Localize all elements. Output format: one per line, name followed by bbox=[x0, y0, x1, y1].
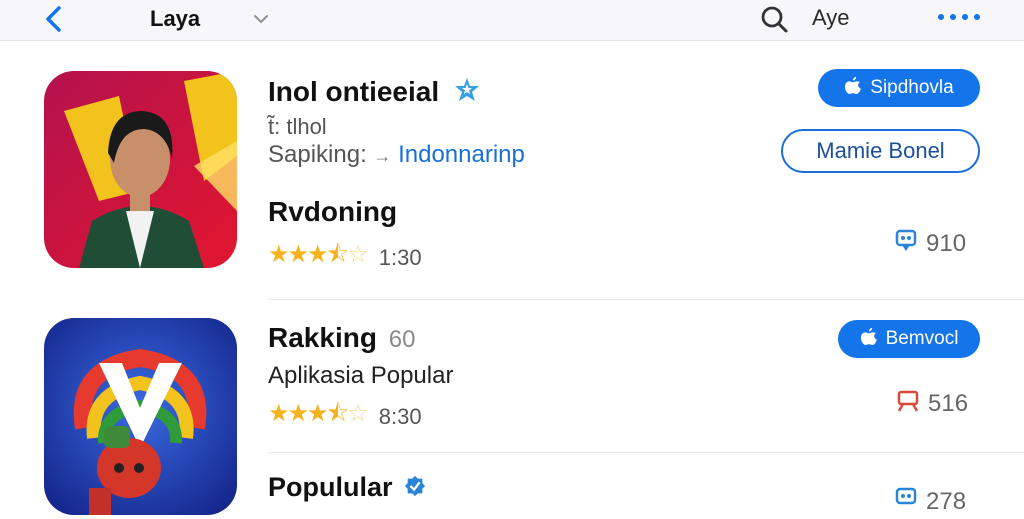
verified-badge-icon bbox=[453, 76, 481, 111]
app-name-suffix: 60 bbox=[388, 326, 416, 353]
search-icon[interactable] bbox=[758, 3, 790, 35]
download-count-icon bbox=[892, 226, 920, 261]
app-name-text: Rakking bbox=[268, 322, 377, 353]
primary-button-label: Bemvocl bbox=[885, 328, 959, 349]
category-arrow-icon: → bbox=[373, 146, 392, 166]
secondary-button[interactable]: Mamie Bonel bbox=[781, 129, 980, 173]
download-count: 910 bbox=[892, 226, 966, 261]
app-name[interactable]: Inol ontieeial bbox=[268, 76, 481, 111]
download-count: 278 bbox=[892, 484, 966, 519]
header-right-label[interactable]: Aye bbox=[812, 5, 850, 31]
apple-icon bbox=[860, 326, 878, 352]
download-count-value: 516 bbox=[928, 389, 969, 417]
app-icon-portrait[interactable] bbox=[44, 71, 237, 268]
app-name[interactable]: Rakking 60 bbox=[268, 322, 415, 354]
dropdown-chevron-icon[interactable] bbox=[250, 8, 272, 30]
app-subtitle: t̃: tlhol bbox=[268, 114, 327, 139]
app-icon-robot[interactable] bbox=[44, 318, 237, 515]
primary-button-label: Sipdhovla bbox=[870, 77, 954, 98]
primary-download-button[interactable]: Bemvocl bbox=[838, 320, 980, 358]
apple-icon bbox=[844, 75, 862, 101]
primary-download-button[interactable]: Sipdhovla bbox=[818, 69, 980, 107]
download-count-value: 910 bbox=[926, 229, 967, 257]
app-list-item[interactable]: Rakking 60 Aplikasia Popular ★★★⯪☆ 8:30 … bbox=[0, 300, 1024, 515]
app-list-item[interactable]: Inol ontieeial t̃: tlhol Sapiking: → Ind… bbox=[0, 40, 1024, 298]
category-link[interactable]: Indonnarinp bbox=[398, 141, 525, 168]
more-dots-icon[interactable] bbox=[938, 14, 980, 20]
app-name-text: Inol ontieeial bbox=[268, 76, 440, 107]
app-name-text: Populular bbox=[268, 472, 393, 502]
rating-text: 8:30 bbox=[378, 403, 422, 429]
page-title: Laya bbox=[150, 6, 201, 31]
rating: ★★★⯪☆ 8:30 bbox=[268, 396, 422, 437]
back-chevron-icon[interactable] bbox=[38, 2, 72, 36]
app-subtitle: Aplikasia Popular bbox=[268, 362, 454, 389]
rating: ★★★⯪☆ 1:30 bbox=[268, 237, 422, 278]
verified-badge-icon bbox=[404, 473, 426, 504]
star-rating-icon: ★★★⯪☆ bbox=[268, 400, 369, 427]
download-count-icon bbox=[894, 386, 922, 421]
rating-text: 1:30 bbox=[378, 244, 422, 270]
section-label: Rvdoning bbox=[268, 196, 398, 227]
app-name[interactable]: Populular bbox=[268, 472, 426, 504]
divider bbox=[268, 452, 1024, 453]
category-prefix: Sapiking: bbox=[268, 141, 374, 168]
download-count-icon bbox=[892, 484, 920, 519]
star-rating-icon: ★★★⯪☆ bbox=[268, 241, 369, 268]
app-category: Sapiking: → Indonnarinp bbox=[268, 141, 525, 169]
download-count-value: 278 bbox=[926, 487, 967, 515]
top-navigation-bar: Laya Aye bbox=[0, 0, 1024, 41]
download-count: 516 bbox=[894, 386, 968, 421]
